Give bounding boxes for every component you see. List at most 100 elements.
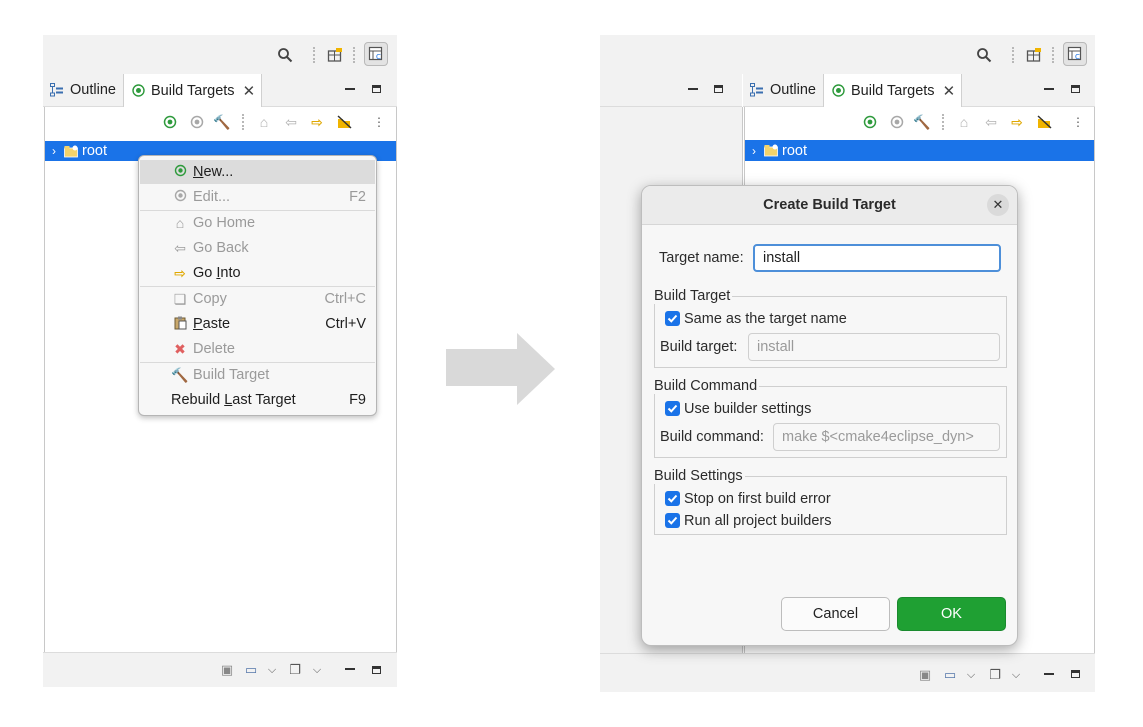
tree-root-label: root <box>82 143 107 159</box>
forward-icon: ⇨ <box>174 264 186 281</box>
run-all-builders-checkbox[interactable] <box>665 513 680 528</box>
view-toolbar: 🔨 ⌂ ⇦ ⇨ ⋮ <box>745 113 1094 133</box>
menu-item-delete[interactable]: ✖ Delete <box>140 337 375 361</box>
build-command-input[interactable]: make $<cmake4eclipse_dyn> <box>773 423 1000 451</box>
same-as-name-label[interactable]: Same as the target name <box>684 311 847 327</box>
new-target-icon[interactable] <box>161 113 179 131</box>
new-target-icon[interactable] <box>861 113 879 131</box>
minimized-view-icon[interactable]: ▣ <box>916 666 934 684</box>
back-icon[interactable]: ⇦ <box>982 113 1000 131</box>
menu-item-paste[interactable]: Paste Ctrl+V <box>140 312 375 336</box>
chevron-down-icon[interactable]: ⌵ <box>962 666 980 684</box>
chevron-right-icon[interactable]: › <box>52 144 56 158</box>
tree-row-root[interactable]: › root <box>745 140 1094 161</box>
cmake-perspective-icon[interactable]: C <box>1063 42 1087 66</box>
edit-target-icon[interactable] <box>188 113 206 131</box>
minimized-view-icon[interactable]: ▣ <box>218 661 236 679</box>
dialog-title: Create Build Target <box>763 197 896 213</box>
hide-icon[interactable] <box>1035 113 1053 131</box>
build-icon[interactable]: 🔨 <box>913 113 931 131</box>
view-menu-icon[interactable]: ⋮ <box>1069 113 1087 131</box>
minimize-icon[interactable] <box>1044 88 1054 90</box>
view-menu-icon[interactable]: ⋮ <box>370 113 388 131</box>
maximize-icon[interactable] <box>1071 85 1080 93</box>
view-toolbar: 🔨 ⌂ ⇦ ⇨ ⋮ <box>45 113 396 133</box>
toolbar-separator <box>353 47 357 63</box>
home-icon[interactable]: ⌂ <box>955 113 973 131</box>
console-icon[interactable]: ▭ <box>941 666 959 684</box>
copy-icon: ❏ <box>173 290 187 307</box>
tab-build-targets[interactable]: Build Targets ✕ <box>123 74 262 107</box>
close-icon[interactable]: ✕ <box>243 82 256 100</box>
delete-icon: ✖ <box>174 340 186 357</box>
close-icon[interactable]: ✕ <box>943 82 956 100</box>
tab-outline[interactable]: Outline <box>750 74 816 106</box>
build-target-icon <box>832 84 845 97</box>
minimize-icon[interactable] <box>345 668 355 670</box>
search-icon[interactable] <box>276 46 294 64</box>
minimize-icon[interactable] <box>1044 673 1054 675</box>
close-icon[interactable]: ✕ <box>987 194 1009 216</box>
menu-item-rebuild-last-target[interactable]: Rebuild Last Target F9 <box>140 388 375 412</box>
build-settings-group-title: Build Settings <box>654 468 745 484</box>
maximize-icon[interactable] <box>714 85 723 93</box>
minimize-icon[interactable] <box>345 88 355 90</box>
chevron-down-icon[interactable]: ⌵ <box>263 661 281 679</box>
build-icon: 🔨 <box>171 366 189 383</box>
cancel-button[interactable]: Cancel <box>781 597 890 631</box>
chevron-down-icon[interactable]: ⌵ <box>1007 666 1025 684</box>
paste-icon <box>171 316 189 333</box>
maximize-icon[interactable] <box>1071 670 1080 678</box>
tab-build-targets-label: Build Targets <box>851 82 935 99</box>
back-icon[interactable]: ⇦ <box>282 113 300 131</box>
new-window-icon[interactable]: ❐ <box>286 661 304 679</box>
toolbar-separator <box>1012 47 1016 63</box>
stop-on-error-checkbox[interactable] <box>665 491 680 506</box>
menu-item-new[interactable]: New... <box>140 160 375 184</box>
menu-item-go-back[interactable]: ⇦ Go Back <box>140 236 375 260</box>
use-builder-settings-checkbox[interactable] <box>665 401 680 416</box>
tab-outline-label: Outline <box>770 82 816 98</box>
open-perspective-icon[interactable] <box>1025 46 1043 64</box>
chevron-right-icon[interactable]: › <box>752 144 756 158</box>
home-icon: ⌂ <box>175 215 185 231</box>
forward-icon[interactable]: ⇨ <box>1008 113 1026 131</box>
new-window-icon[interactable]: ❐ <box>986 666 1004 684</box>
stop-on-error-label[interactable]: Stop on first build error <box>684 491 831 507</box>
arrow-icon <box>446 349 518 386</box>
cmake-perspective-icon[interactable]: C <box>364 42 388 66</box>
menu-item-copy[interactable]: ❏ Copy Ctrl+C <box>140 287 375 311</box>
left-bottom-toolbar: ▣ ▭ ⌵ ❐ ⌵ <box>43 652 397 687</box>
menu-item-build-target[interactable]: 🔨 Build Target <box>140 363 375 387</box>
maximize-icon[interactable] <box>372 85 381 93</box>
menu-item-go-into[interactable]: ⇨ Go Into <box>140 261 375 285</box>
toolbar-separator <box>242 114 246 130</box>
forward-icon[interactable]: ⇨ <box>308 113 326 131</box>
menu-item-go-home[interactable]: ⌂ Go Home <box>140 211 375 235</box>
left-main-toolbar: C <box>43 35 397 74</box>
use-builder-settings-label[interactable]: Use builder settings <box>684 401 811 417</box>
same-as-name-checkbox[interactable] <box>665 311 680 326</box>
hide-icon[interactable] <box>335 113 353 131</box>
menu-item-edit[interactable]: Edit... F2 <box>140 185 375 209</box>
target-name-input[interactable]: install <box>753 244 1001 272</box>
ok-button[interactable]: OK <box>897 597 1006 631</box>
minimize-icon[interactable] <box>688 88 698 90</box>
chevron-down-icon[interactable]: ⌵ <box>308 661 326 679</box>
build-target-input[interactable]: install <box>748 333 1000 361</box>
open-perspective-icon[interactable] <box>326 46 344 64</box>
right-main-toolbar: C <box>600 35 1095 74</box>
svg-text:C: C <box>376 53 381 61</box>
console-icon[interactable]: ▭ <box>242 661 260 679</box>
tab-outline[interactable]: Outline <box>50 74 116 106</box>
maximize-icon[interactable] <box>372 666 381 674</box>
search-icon[interactable] <box>975 46 993 64</box>
home-icon[interactable]: ⌂ <box>255 113 273 131</box>
edit-target-icon <box>171 189 189 205</box>
create-build-target-dialog: Create Build Target ✕ Target name: insta… <box>641 185 1018 646</box>
tab-build-targets[interactable]: Build Targets ✕ <box>823 74 962 107</box>
edit-target-icon[interactable] <box>888 113 906 131</box>
toolbar-separator <box>942 114 946 130</box>
run-all-builders-label[interactable]: Run all project builders <box>684 513 832 529</box>
build-icon[interactable]: 🔨 <box>213 113 231 131</box>
